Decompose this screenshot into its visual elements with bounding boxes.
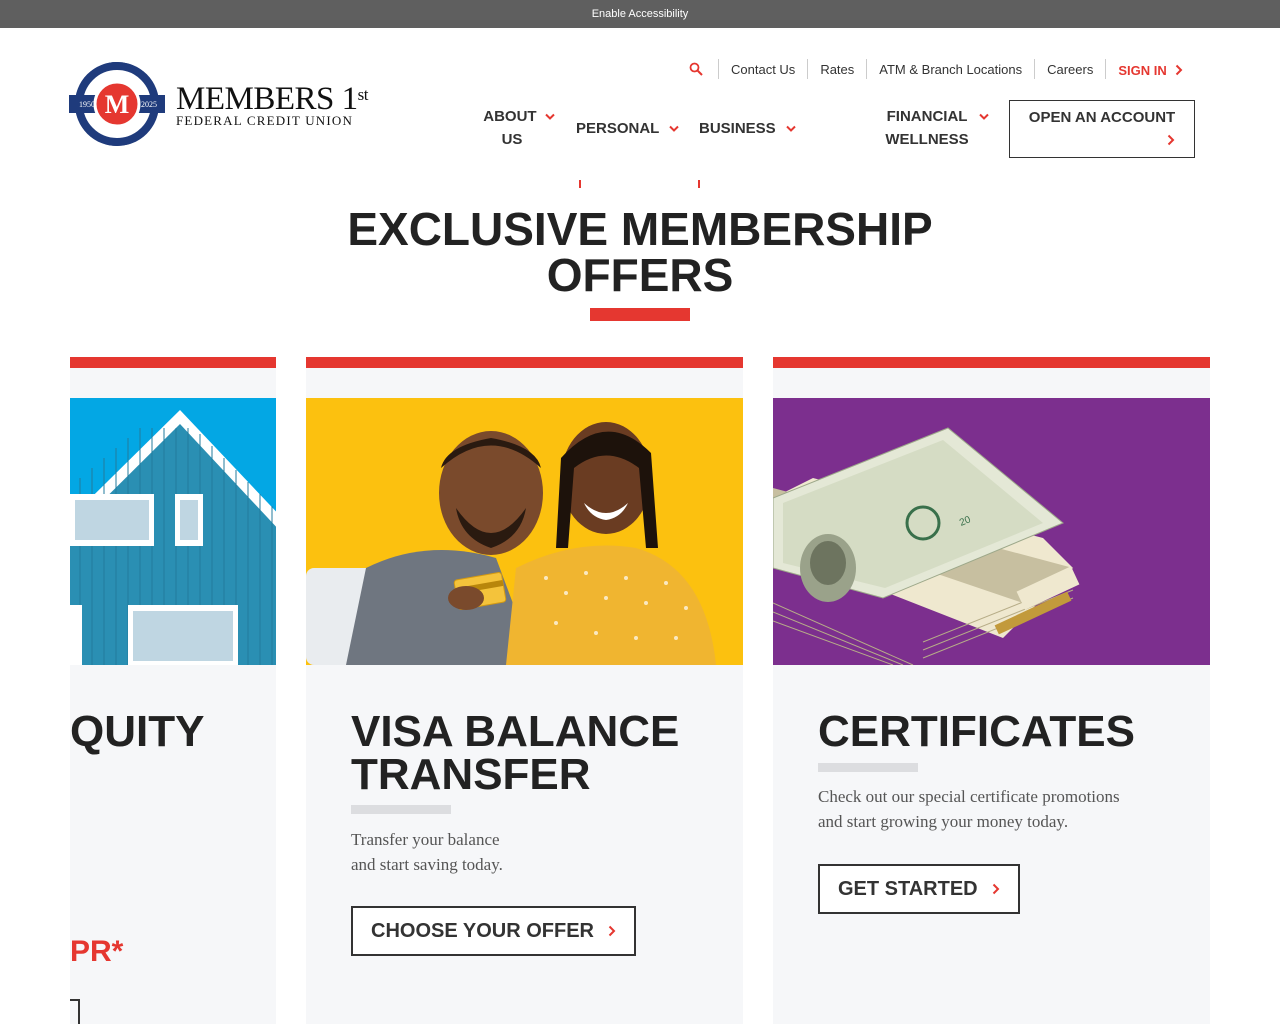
divider <box>866 59 868 79</box>
logo-wordmark: MEMBERS 1st <box>176 81 368 117</box>
card-title-line-1: VISA BALANCE <box>351 707 680 756</box>
chevron-down-icon <box>669 125 679 132</box>
nav-active-indicator-left <box>579 180 581 188</box>
cash-stack-image: 20 <box>773 398 1210 665</box>
logo-seal: M 1950 2025 <box>69 62 165 146</box>
card-description: Check out our special certificate promot… <box>818 784 1120 834</box>
nav-about-label-1: ABOUT <box>483 108 537 125</box>
chevron-down-icon <box>545 113 555 120</box>
choose-your-offer-button[interactable]: CHOOSE YOUR OFFER <box>351 906 636 956</box>
card-description-line-2: and start growing your money today. <box>818 812 1069 831</box>
search-icon[interactable] <box>686 59 706 79</box>
house-image <box>70 398 276 665</box>
members-1st-logo[interactable]: M 1950 2025 MEMBERS 1st FEDERAL CREDIT U… <box>69 62 369 146</box>
card-accent-bar <box>773 357 1210 368</box>
card-description-line-1: Transfer your balance <box>351 830 500 849</box>
sign-in-link[interactable]: SIGN IN <box>1118 62 1183 78</box>
section-heading-line-2: OFFERS <box>546 249 734 301</box>
utility-nav: Contact Us Rates ATM & Branch Locations … <box>686 59 1183 79</box>
divider <box>1105 59 1107 79</box>
open-an-account-button[interactable]: OPEN AN ACCOUNT <box>1009 100 1195 158</box>
section-heading: EXCLUSIVE MEMBERSHIP OFFERS <box>290 206 990 298</box>
chevron-right-icon <box>1175 64 1183 76</box>
card-title: VISA BALANCE TRANSFER <box>351 707 680 799</box>
heading-accent-bar <box>590 308 690 321</box>
careers-link[interactable]: Careers <box>1047 62 1093 77</box>
nav-financial-label-1: FINANCIAL <box>886 108 968 125</box>
sign-in-label: SIGN IN <box>1118 62 1167 78</box>
card-accent-bar <box>306 357 743 368</box>
divider <box>1034 59 1036 79</box>
logo-seal-letter: M <box>105 90 130 119</box>
divider <box>807 59 809 79</box>
offer-card-home-equity: QUITY PR* <box>70 357 276 1024</box>
get-started-button[interactable]: GET STARTED <box>818 864 1020 914</box>
nav-active-indicator-right <box>698 180 700 188</box>
card-title-partial: QUITY <box>70 707 205 756</box>
divider <box>718 59 719 79</box>
card-divider-bar <box>818 763 918 772</box>
atm-branch-locations-link[interactable]: ATM & Branch Locations <box>879 62 1022 77</box>
card-button-partial[interactable] <box>70 999 80 1024</box>
card-rate-partial: PR* <box>70 935 124 968</box>
section-heading-line-1: EXCLUSIVE MEMBERSHIP <box>347 203 933 255</box>
card-divider-bar <box>351 805 451 814</box>
chevron-right-icon <box>1167 134 1175 146</box>
nav-personal-label: PERSONAL <box>576 120 660 137</box>
nav-business-label: BUSINESS <box>699 120 776 137</box>
enable-accessibility-link[interactable]: Enable Accessibility <box>592 8 689 20</box>
nav-about-us[interactable]: ABOUT US <box>481 105 557 151</box>
chevron-right-icon <box>608 925 616 937</box>
choose-your-offer-label: CHOOSE YOUR OFFER <box>371 919 594 942</box>
card-description-line-2: and start saving today. <box>351 855 503 874</box>
card-title-line-2: TRANSFER <box>351 750 591 799</box>
rates-link[interactable]: Rates <box>820 62 854 77</box>
accessibility-bar[interactable]: Enable Accessibility <box>0 0 1280 28</box>
logo-seal-year-right: 2025 <box>141 100 157 109</box>
nav-financial-label-2: WELLNESS <box>885 131 969 148</box>
get-started-label: GET STARTED <box>838 877 978 900</box>
card-description-line-1: Check out our special certificate promot… <box>818 787 1120 806</box>
offer-card-certificates: 20 CERTIFICATES Check out our special ce… <box>773 357 1210 1024</box>
couple-with-credit-card-image <box>306 398 743 665</box>
card-accent-bar <box>70 357 276 368</box>
nav-personal[interactable]: PERSONAL <box>576 117 679 140</box>
nav-financial-wellness[interactable]: FINANCIAL WELLNESS <box>884 105 992 151</box>
logo-seal-year-left: 1950 <box>79 100 95 109</box>
card-description: Transfer your balance and start saving t… <box>351 827 503 877</box>
logo-subtitle: FEDERAL CREDIT UNION <box>176 113 354 128</box>
chevron-right-icon <box>992 883 1000 895</box>
nav-business[interactable]: BUSINESS <box>699 117 796 140</box>
offer-card-visa-balance-transfer: VISA BALANCE TRANSFER Transfer your bala… <box>306 357 743 1024</box>
contact-us-link[interactable]: Contact Us <box>731 62 795 77</box>
nav-about-label-2: US <box>501 131 523 148</box>
open-account-label: OPEN AN ACCOUNT <box>1028 109 1176 126</box>
chevron-down-icon <box>979 113 990 120</box>
chevron-down-icon <box>786 125 796 132</box>
card-title: CERTIFICATES <box>818 707 1135 756</box>
card-title-line-1: CERTIFICATES <box>818 707 1135 756</box>
